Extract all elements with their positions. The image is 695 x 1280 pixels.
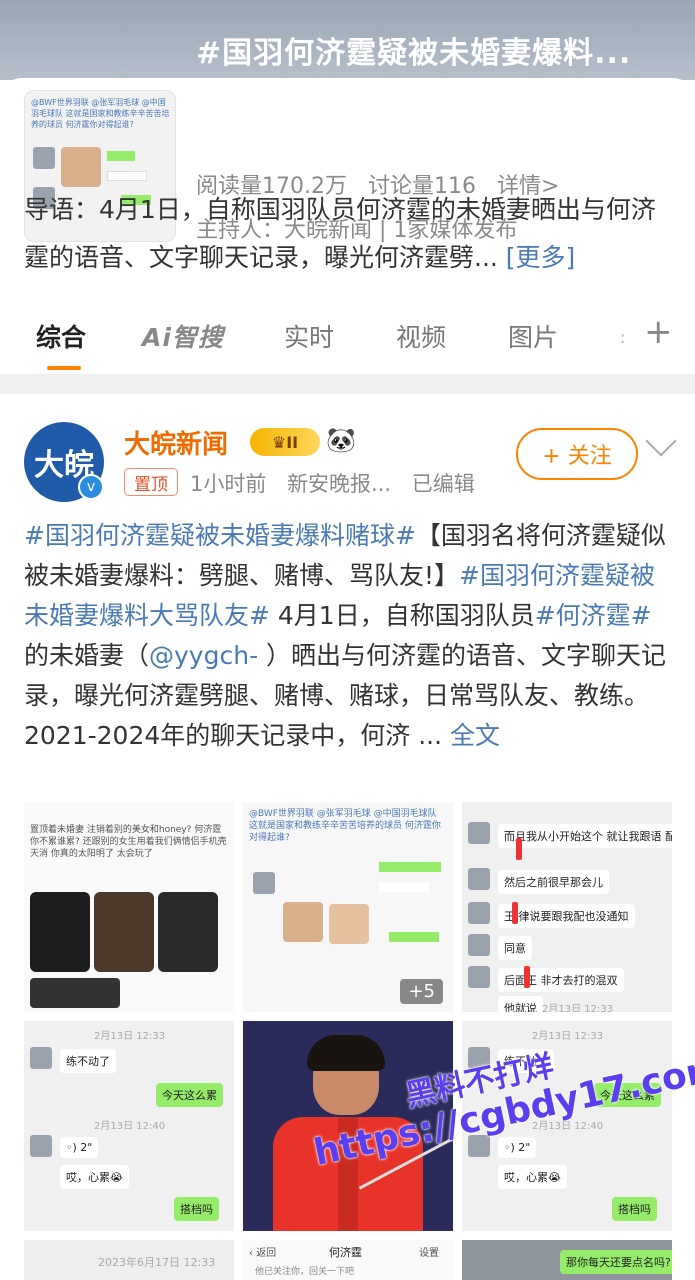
chat-bubble: 他就说 (498, 996, 543, 1012)
screenshot-caption: @BWF世界羽联 @张军羽毛球 @中国羽毛球队 这就是国家和教练辛辛苦苦培养的球… (249, 809, 441, 843)
voice-bubble: ◦) 2" (498, 1137, 537, 1158)
redaction-mark (516, 838, 522, 860)
back-label: 返回 (256, 1248, 277, 1259)
player-photo (307, 1035, 385, 1071)
redaction-mark (524, 966, 530, 988)
back-link: ‹ 返回 (249, 1248, 277, 1259)
intro-more-link[interactable]: [更多] (506, 243, 576, 272)
post-image-7[interactable]: 2023年6月17日 12:33 (24, 1240, 234, 1280)
chat-avatar (468, 966, 490, 988)
chat-timestamp: 2023年6月17日 12:33 (98, 1256, 216, 1269)
image-grid: 置顶着未婚妻 注销着别的美女和honey? 何济霆你不累谁累? 还跟别的女生用着… (24, 802, 672, 1280)
follow-hint: 他已关注你，回关一下吧 (255, 1267, 355, 1277)
chat-bubble (389, 932, 439, 942)
chat-bubble: 王 律说要跟我配也没通知 (498, 904, 635, 928)
screenshot-caption: 置顶着未婚妻 注销着别的美女和honey? 何济霆你不累谁累? 还跟别的女生用着… (30, 825, 227, 859)
chat-avatar (468, 822, 490, 844)
chat-bubble: 同意 (498, 936, 532, 960)
thumb-bubble (107, 171, 147, 181)
baby-photo (283, 902, 323, 942)
post-time: 1小时前 (190, 472, 267, 496)
tab-ai-search[interactable]: Ai智搜 (142, 318, 224, 354)
chat-avatar (30, 1135, 52, 1157)
tab-comprehensive[interactable]: 综合 (36, 318, 86, 354)
chat-bubble: 搭档吗 (174, 1197, 219, 1221)
tab-realtime[interactable]: 实时 (284, 318, 334, 354)
thumb-avatar (33, 147, 55, 169)
chat-bubble: 而且我从小开始这个 就让我跟语 配 (498, 824, 672, 848)
section-divider (0, 374, 695, 394)
chat-avatar (468, 934, 490, 956)
chat-bubble: 搭档吗 (612, 1197, 657, 1221)
member-crown-icon[interactable]: ♛ II (250, 428, 320, 456)
chat-contact-name: 何济霆 (329, 1246, 362, 1259)
tab-images[interactable]: 图片 (508, 318, 558, 354)
chat-bubble: 后面王 非才去打的混双 (498, 968, 624, 992)
chat-bubble (379, 882, 429, 892)
chat-avatar (30, 1047, 52, 1069)
redaction-mark (512, 902, 518, 924)
chat-avatar (253, 872, 275, 894)
voice-bubble: ◦) 2" (60, 1137, 99, 1158)
post-image-9[interactable]: 那你每天还要点名吗? (462, 1240, 672, 1280)
member-level: II (286, 432, 299, 452)
phone-photo (30, 892, 90, 972)
chat-bubble: 哎，心累😭 (498, 1165, 567, 1189)
tab-video[interactable]: 视频 (396, 318, 446, 354)
post-source: 新安晚报... (287, 472, 392, 496)
topic-tabs: 综合 Ai智搜 实时 视频 图片 : + (0, 306, 695, 370)
chat-avatar (468, 868, 490, 890)
pinned-badge: 置顶 (124, 468, 178, 496)
topic-header: #国羽何济霆疑被未婚妻爆料... @BWF世界羽联 @张军羽毛球 @中国羽毛球队… (0, 0, 695, 300)
author-name[interactable]: 大皖新闻 (124, 424, 228, 461)
follow-button[interactable]: + 关注 (516, 428, 638, 480)
hashtag-link[interactable]: #何济霆# (535, 601, 652, 630)
post-text-segment: 的未婚妻（ (24, 641, 150, 670)
voice-length: 2" (80, 1141, 93, 1154)
post-image-8[interactable]: ‹ 返回 何济霆 设置 他已关注你，回关一下吧 (243, 1240, 453, 1280)
baby-photo (329, 904, 369, 944)
thumb-caption: @BWF世界羽联 @张军羽毛球 @中国羽毛球队 这就是国家和教练辛辛苦苦培养的球… (31, 98, 170, 129)
thumb-bubble (107, 151, 135, 161)
post-image-3[interactable]: 而且我从小开始这个 就让我跟语 配 然后之前很早那会儿 王 律说要跟我配也没通知… (462, 802, 672, 1012)
plus-icon[interactable]: + (644, 312, 673, 352)
voice-length: 2" (518, 1141, 531, 1154)
phone-photo (30, 978, 120, 1008)
verified-icon: v (78, 474, 104, 500)
post-edited: 已编辑 (411, 472, 475, 496)
chat-timestamp: 2月13日 12:33 (94, 1031, 166, 1042)
post-text-segment: 4月1日，自称国羽队员 (269, 601, 535, 630)
chat-bubble (379, 862, 441, 872)
fulltext-link[interactable]: 全文 (450, 721, 500, 750)
tab-overflow-indicator: : (620, 328, 626, 347)
chat-bubble: 然后之前很早那会儿 (498, 870, 609, 894)
chat-avatar (468, 902, 490, 924)
dog-photo (94, 892, 154, 972)
chat-settings: 设置 (419, 1248, 439, 1259)
post-image-1[interactable]: 置顶着未婚妻 注销着别的美女和honey? 何济霆你不累谁累? 还跟别的女生用着… (24, 802, 234, 1012)
post-image-4[interactable]: 2月13日 12:33 练不动了 今天这么累 2月13日 12:40 ◦) 2"… (24, 1021, 234, 1231)
chat-timestamp: 2月13日 12:40 (94, 1121, 166, 1132)
chat-bubble: 哎，心累😭 (60, 1165, 129, 1189)
post-image-2[interactable]: @BWF世界羽联 @张军羽毛球 @中国羽毛球队 这就是国家和教练辛辛苦苦培养的球… (243, 802, 453, 1012)
chat-timestamp: 2月13日 12:33 (532, 1031, 604, 1042)
thumb-photo (61, 147, 101, 187)
phone-photo (158, 892, 218, 972)
post-body: #国羽何济霆疑被未婚妻爆料赌球#【国羽名将何济霆疑似被未婚妻爆料：劈腿、赌博、骂… (24, 516, 674, 756)
chat-bubble: 那你每天还要点名吗? (560, 1250, 672, 1274)
mention-link[interactable]: @yygch- (149, 641, 258, 670)
chat-bubble: 练不动了 (60, 1049, 116, 1073)
topic-intro: 导语：4月1日，自称国羽队员何济霆的未婚妻晒出与何济霆的语音、文字聊天记录，曝光… (24, 186, 674, 282)
chevron-down-icon[interactable] (645, 425, 677, 457)
more-images-count: +5 (400, 979, 443, 1004)
chat-timestamp: 2月13日 12:33 (542, 1004, 614, 1012)
panda-icon: 🐼 (326, 426, 356, 454)
active-tab-indicator (47, 366, 81, 370)
post-meta: 1小时前 新安晚报... 已编辑 (190, 468, 489, 498)
topic-title: #国羽何济霆疑被未婚妻爆料... (196, 36, 632, 71)
chat-bubble: 今天这么累 (156, 1083, 223, 1107)
hashtag-link[interactable]: #国羽何济霆疑被未婚妻爆料赌球# (24, 521, 416, 550)
